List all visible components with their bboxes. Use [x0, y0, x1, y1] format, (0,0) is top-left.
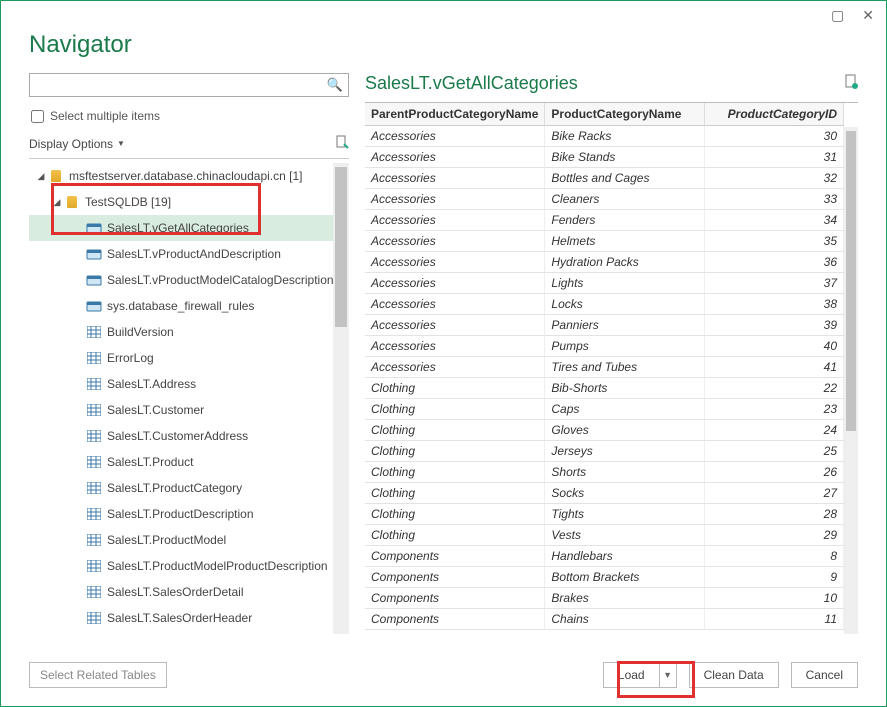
column-header[interactable]: ProductCategoryName [545, 103, 705, 126]
column-header[interactable]: ParentProductCategoryName [365, 103, 545, 126]
grid-scrollbar[interactable] [844, 127, 858, 634]
preview-title: SalesLT.vGetAllCategories [365, 73, 578, 94]
table-row[interactable]: AccessoriesBike Stands31 [365, 147, 844, 168]
load-button[interactable]: Load [603, 662, 659, 688]
table-icon [85, 558, 103, 574]
tree-item[interactable]: SalesLT.Address [29, 371, 349, 397]
tree-item[interactable]: SalesLT.Product [29, 449, 349, 475]
preview-pane: SalesLT.vGetAllCategories ParentProductC… [365, 73, 858, 634]
table-icon [85, 480, 103, 496]
table-icon [85, 324, 103, 340]
column-header[interactable]: ProductCategoryID [705, 103, 844, 126]
load-dropdown-toggle[interactable]: ▼ [659, 662, 677, 688]
select-multiple-label: Select multiple items [50, 109, 160, 123]
load-split-button[interactable]: Load ▼ [603, 662, 677, 688]
tree-item[interactable]: sys.database_firewall_rules [29, 293, 349, 319]
tree-item[interactable]: SalesLT.ProductDescription [29, 501, 349, 527]
tree-item[interactable]: fxufnGetAllCategories [29, 631, 349, 634]
table-row[interactable]: ClothingCaps23 [365, 399, 844, 420]
select-multiple-checkbox[interactable] [31, 110, 44, 123]
navigator-dialog: ▢ ✕ Navigator 🔍 Select multiple items Di… [0, 0, 887, 707]
tree-item[interactable]: SalesLT.ProductCategory [29, 475, 349, 501]
preview-options-icon[interactable] [844, 74, 858, 93]
table-icon [85, 584, 103, 600]
table-icon [85, 610, 103, 626]
tree-item[interactable]: SalesLT.ProductModelProductDescription [29, 553, 349, 579]
table-row[interactable]: ClothingVests29 [365, 525, 844, 546]
table-row[interactable]: ComponentsBottom Brackets9 [365, 567, 844, 588]
table-icon [85, 376, 103, 392]
tree-scrollbar[interactable] [333, 163, 349, 634]
table-row[interactable]: ClothingShorts26 [365, 462, 844, 483]
table-row[interactable]: ClothingJerseys25 [365, 441, 844, 462]
clean-data-button[interactable]: Clean Data [689, 662, 779, 688]
tree-item[interactable]: SalesLT.Customer [29, 397, 349, 423]
view-icon [85, 298, 103, 314]
tree-item[interactable]: SalesLT.vGetAllCategories [29, 215, 349, 241]
tree-item[interactable]: SalesLT.vProductAndDescription [29, 241, 349, 267]
search-input[interactable] [29, 73, 349, 97]
cancel-button[interactable]: Cancel [791, 662, 858, 688]
refresh-icon[interactable] [335, 135, 349, 152]
table-row[interactable]: AccessoriesPanniers39 [365, 315, 844, 336]
view-icon [85, 272, 103, 288]
display-options-dropdown[interactable]: Display Options ▼ [29, 137, 125, 151]
tree-item[interactable]: BuildVersion [29, 319, 349, 345]
tree-server-node[interactable]: ◢msftestserver.database.chinacloudapi.cn… [29, 163, 349, 189]
dialog-title: Navigator [29, 31, 858, 59]
table-row[interactable]: ClothingBib-Shorts22 [365, 378, 844, 399]
preview-table: ParentProductCategoryNameProductCategory… [365, 103, 844, 630]
table-row[interactable]: ComponentsHandlebars8 [365, 546, 844, 567]
table-row[interactable]: AccessoriesFenders34 [365, 210, 844, 231]
tree-item[interactable]: SalesLT.SalesOrderHeader [29, 605, 349, 631]
table-row[interactable]: ComponentsBrakes10 [365, 588, 844, 609]
table-row[interactable]: ComponentsChains11 [365, 609, 844, 630]
search-icon[interactable]: 🔍 [327, 77, 343, 93]
table-row[interactable]: AccessoriesLights37 [365, 273, 844, 294]
table-row[interactable]: ClothingGloves24 [365, 420, 844, 441]
table-icon [85, 532, 103, 548]
table-row[interactable]: AccessoriesPumps40 [365, 336, 844, 357]
table-row[interactable]: AccessoriesHydration Packs36 [365, 252, 844, 273]
navigator-left-pane: 🔍 Select multiple items Display Options … [29, 73, 349, 634]
table-row[interactable]: AccessoriesBottles and Cages32 [365, 168, 844, 189]
table-row[interactable]: AccessoriesBike Racks30 [365, 126, 844, 147]
view-icon [85, 220, 103, 236]
database-icon [63, 194, 81, 210]
table-row[interactable]: AccessoriesHelmets35 [365, 231, 844, 252]
maximize-icon[interactable]: ▢ [831, 7, 844, 24]
display-options-label: Display Options [29, 137, 113, 151]
view-icon [85, 246, 103, 262]
table-icon [85, 428, 103, 444]
chevron-down-icon: ▼ [117, 139, 125, 148]
table-icon [85, 402, 103, 418]
table-row[interactable]: AccessoriesLocks38 [365, 294, 844, 315]
object-tree[interactable]: ◢msftestserver.database.chinacloudapi.cn… [29, 163, 349, 634]
tree-item[interactable]: ErrorLog [29, 345, 349, 371]
tree-item[interactable]: SalesLT.vProductModelCatalogDescription [29, 267, 349, 293]
database-server-icon [47, 168, 65, 184]
tree-database-node[interactable]: ◢TestSQLDB [19] [29, 189, 349, 215]
table-row[interactable]: ClothingTights28 [365, 504, 844, 525]
select-related-tables-button[interactable]: Select Related Tables [29, 662, 167, 688]
table-icon [85, 506, 103, 522]
tree-item[interactable]: SalesLT.SalesOrderDetail [29, 579, 349, 605]
close-icon[interactable]: ✕ [862, 7, 874, 24]
table-icon [85, 350, 103, 366]
table-row[interactable]: AccessoriesCleaners33 [365, 189, 844, 210]
tree-item[interactable]: SalesLT.ProductModel [29, 527, 349, 553]
table-icon [85, 454, 103, 470]
tree-item[interactable]: SalesLT.CustomerAddress [29, 423, 349, 449]
table-row[interactable]: ClothingSocks27 [365, 483, 844, 504]
table-row[interactable]: AccessoriesTires and Tubes41 [365, 357, 844, 378]
